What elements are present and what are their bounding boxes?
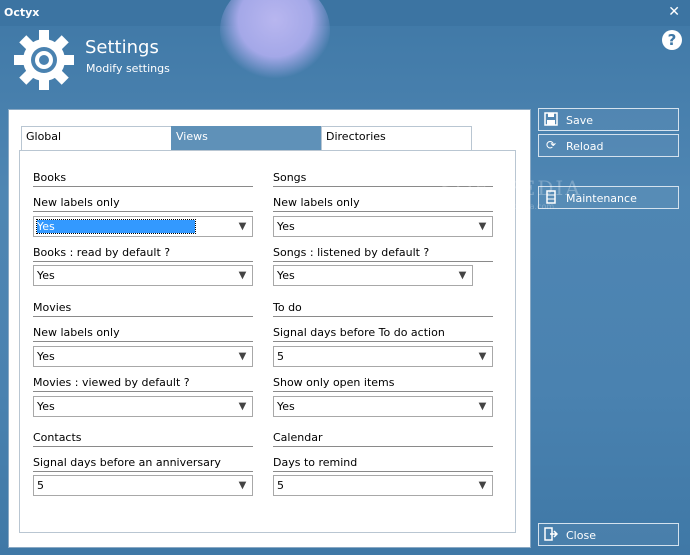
books-new-labels-select[interactable]: Yes ▼ bbox=[33, 216, 253, 237]
books-default-value: Yes bbox=[37, 269, 55, 282]
chevron-down-icon[interactable]: ▼ bbox=[234, 477, 251, 494]
page-subtitle: Modify settings bbox=[86, 62, 170, 75]
chevron-down-icon[interactable]: ▼ bbox=[234, 218, 251, 235]
todo-signal-select[interactable]: 5 ▼ bbox=[273, 346, 493, 367]
tab-global[interactable]: Global bbox=[21, 126, 172, 150]
movies-new-labels-value: Yes bbox=[37, 350, 55, 363]
calendar-remind-select[interactable]: 5 ▼ bbox=[273, 475, 493, 496]
watermark-url: www.softpedia.com bbox=[476, 202, 555, 211]
close-button[interactable]: Close bbox=[538, 523, 679, 546]
app-title: Octyx bbox=[4, 6, 40, 19]
songs-new-labels-value: Yes bbox=[277, 220, 295, 233]
chevron-down-icon[interactable]: ▼ bbox=[474, 477, 491, 494]
books-heading: Books bbox=[33, 171, 253, 187]
tab-directories[interactable]: Directories bbox=[321, 126, 472, 150]
chevron-down-icon[interactable]: ▼ bbox=[234, 398, 251, 415]
todo-signal-value: 5 bbox=[277, 350, 284, 363]
books-new-labels-value: Yes bbox=[36, 219, 196, 234]
gear-icon bbox=[14, 30, 74, 90]
chevron-down-icon[interactable]: ▼ bbox=[474, 348, 491, 365]
decorative-glow bbox=[220, 0, 330, 80]
todo-open-label: Show only open items bbox=[273, 376, 493, 392]
contacts-signal-value: 5 bbox=[37, 479, 44, 492]
chevron-down-icon[interactable]: ▼ bbox=[454, 267, 471, 284]
todo-open-value: Yes bbox=[277, 400, 295, 413]
exit-icon bbox=[544, 527, 559, 541]
reload-button[interactable]: ⟳ Reload bbox=[538, 134, 679, 157]
todo-open-select[interactable]: Yes ▼ bbox=[273, 396, 493, 417]
reload-label: Reload bbox=[566, 140, 604, 153]
save-button[interactable]: Save bbox=[538, 108, 679, 131]
reload-icon: ⟳ bbox=[545, 138, 557, 152]
movies-new-labels-select[interactable]: Yes ▼ bbox=[33, 346, 253, 367]
chevron-down-icon[interactable]: ▼ bbox=[474, 218, 491, 235]
books-default-select[interactable]: Yes ▼ bbox=[33, 265, 253, 286]
calendar-remind-value: 5 bbox=[277, 479, 284, 492]
books-default-label: Books : read by default ? bbox=[33, 246, 253, 262]
chevron-down-icon[interactable]: ▼ bbox=[234, 267, 251, 284]
songs-new-labels-select[interactable]: Yes ▼ bbox=[273, 216, 493, 237]
tab-views[interactable]: Views bbox=[171, 126, 322, 150]
todo-signal-label: Signal days before To do action bbox=[273, 326, 493, 342]
calendar-heading: Calendar bbox=[273, 431, 493, 447]
todo-heading: To do bbox=[273, 301, 493, 317]
watermark: SOFTPEDIA bbox=[440, 176, 582, 200]
save-icon bbox=[544, 112, 558, 126]
songs-default-label: Songs : listened by default ? bbox=[273, 246, 493, 262]
close-icon[interactable]: ✕ bbox=[668, 4, 680, 20]
movies-default-label: Movies : viewed by default ? bbox=[33, 376, 253, 392]
page-title: Settings bbox=[85, 37, 159, 58]
chevron-down-icon[interactable]: ▼ bbox=[234, 348, 251, 365]
movies-new-labels-label: New labels only bbox=[33, 326, 253, 342]
contacts-signal-label: Signal days before an anniversary bbox=[33, 456, 253, 472]
movies-heading: Movies bbox=[33, 301, 253, 317]
calendar-remind-label: Days to remind bbox=[273, 456, 493, 472]
books-new-labels-label: New labels only bbox=[33, 196, 253, 212]
songs-default-value: Yes bbox=[277, 269, 295, 282]
save-label: Save bbox=[566, 114, 594, 127]
songs-default-select[interactable]: Yes ▼ bbox=[273, 265, 473, 286]
chevron-down-icon[interactable]: ▼ bbox=[474, 398, 491, 415]
contacts-signal-select[interactable]: 5 ▼ bbox=[33, 475, 253, 496]
movies-default-value: Yes bbox=[37, 400, 55, 413]
contacts-heading: Contacts bbox=[33, 431, 253, 447]
title-bar: Octyx ✕ bbox=[0, 0, 690, 26]
help-icon[interactable]: ? bbox=[662, 30, 682, 50]
movies-default-select[interactable]: Yes ▼ bbox=[33, 396, 253, 417]
close-label: Close bbox=[566, 529, 596, 542]
